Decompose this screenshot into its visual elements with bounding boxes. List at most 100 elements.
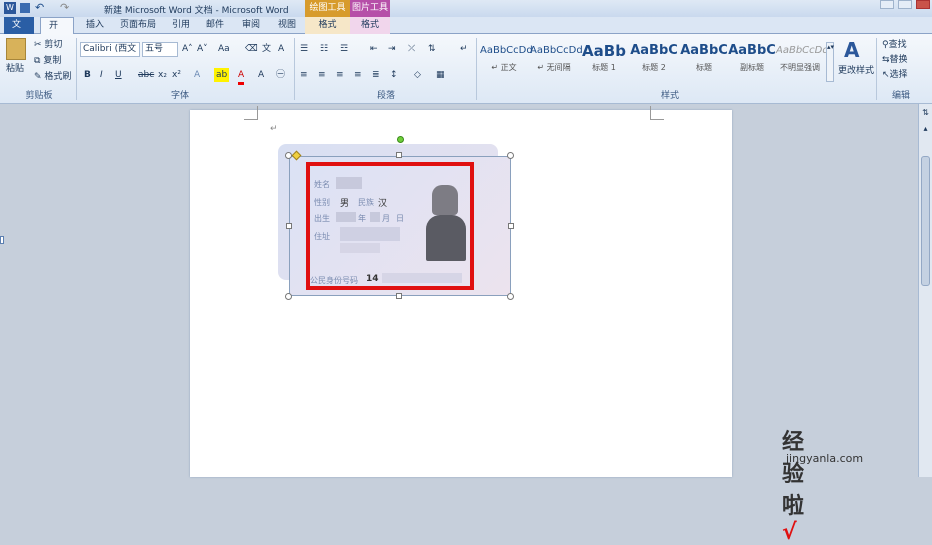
resize-handle-r[interactable] <box>508 223 514 229</box>
redo-icon[interactable]: ↷ <box>60 1 69 14</box>
resize-handle-bl[interactable] <box>285 293 292 300</box>
center-button[interactable]: ≡ <box>318 68 326 82</box>
char-shading-button[interactable]: A <box>258 68 264 82</box>
font-name-select[interactable]: Calibri (西文 <box>80 42 140 57</box>
resize-handle-tl[interactable] <box>285 152 292 159</box>
paragraph-mark: ↵ <box>270 124 278 134</box>
tab-file[interactable]: 文件 <box>4 17 34 47</box>
shading-button[interactable]: ◇ <box>414 68 421 82</box>
phonetic-button[interactable]: 文 <box>262 42 271 56</box>
align-left-button[interactable]: ≡ <box>300 68 308 82</box>
ribbon: 粘贴 ✂ 剪切 ⧉ 复制 ✎ 格式刷 剪贴板 Calibri (西文 五号 A˄… <box>0 34 932 104</box>
clear-format-button[interactable]: ⌫ <box>245 42 258 56</box>
style-normal[interactable]: AaBbCcDd ↵ 正文 <box>480 40 533 80</box>
char-border-button[interactable]: A <box>278 42 284 56</box>
nation-value: 汉 <box>378 199 388 209</box>
corner-mark <box>244 106 258 120</box>
copy-button[interactable]: ⧉ 复制 <box>34 54 61 68</box>
id-card-image[interactable]: 姓名 性别 男 民族 汉 出生 年 月 日 住址 公民身份号码 14 <box>289 156 511 296</box>
cut-button[interactable]: ✂ 剪切 <box>34 38 62 52</box>
tab-page-layout[interactable]: 页面布局 <box>112 17 164 34</box>
tab-view[interactable]: 视图 <box>270 17 304 34</box>
tab-home[interactable]: 开始 <box>40 17 74 48</box>
font-size-select[interactable]: 五号 <box>142 42 178 57</box>
chinese-layout-button[interactable]: ⤫ <box>408 42 415 56</box>
superscript-button[interactable]: x² <box>172 68 181 82</box>
resize-handle-l[interactable] <box>286 223 292 229</box>
align-right-button[interactable]: ≡ <box>336 68 344 82</box>
tab-insert[interactable]: 插入 <box>78 17 112 34</box>
scroll-up-icon[interactable]: ▴ <box>920 124 931 134</box>
underline-button[interactable]: U <box>115 68 122 82</box>
enclose-char-button[interactable]: ㊀ <box>276 68 285 82</box>
resize-handle-b[interactable] <box>396 293 402 299</box>
increase-indent-button[interactable]: ⇥ <box>388 42 396 56</box>
replace-button[interactable]: ⇆替换 <box>882 53 908 67</box>
format-painter-label: 格式刷 <box>44 72 72 82</box>
word-icon[interactable]: W <box>4 2 16 14</box>
tab-review[interactable]: 审阅 <box>234 17 268 34</box>
borders-button[interactable]: ▦ <box>436 68 445 82</box>
resize-handle-br[interactable] <box>507 293 514 300</box>
tab-drawing-format[interactable]: 格式 <box>305 17 350 34</box>
change-styles-icon[interactable]: A <box>844 38 859 62</box>
numbering-button[interactable]: ☷ <box>320 42 328 56</box>
tab-picture-format[interactable]: 格式 <box>350 17 390 34</box>
paste-icon[interactable] <box>6 38 26 60</box>
style-heading-2[interactable]: AaBbC 标题 2 <box>630 40 678 80</box>
style-subtitle[interactable]: AaBbC 副标题 <box>728 40 776 80</box>
highlight-button[interactable]: ab <box>214 68 230 82</box>
justify-button[interactable]: ≡ <box>354 68 362 82</box>
show-marks-button[interactable]: ↵ <box>460 42 468 56</box>
undo-icon[interactable]: ↶ <box>35 1 44 14</box>
bold-button[interactable]: B <box>84 68 91 82</box>
ruler-toggle-icon[interactable]: ⇅ <box>920 108 931 118</box>
minimize-button[interactable] <box>880 0 894 9</box>
distributed-button[interactable]: ≣ <box>372 68 380 82</box>
ruler-marker[interactable] <box>0 236 4 244</box>
rotate-handle[interactable] <box>397 136 404 143</box>
styles-scroll[interactable]: ▴▾ <box>826 42 834 82</box>
style-heading-1[interactable]: AaBb 标题 1 <box>580 40 628 80</box>
style-sample: AaBbCcDd <box>480 45 533 56</box>
shrink-font-button[interactable]: A˅ <box>197 42 208 56</box>
paste-button[interactable]: 粘贴 <box>6 62 24 76</box>
sort-button[interactable]: ⇅ <box>428 42 436 56</box>
subscript-button[interactable]: x₂ <box>158 68 167 82</box>
line-spacing-button[interactable]: ↕ <box>390 68 398 82</box>
maximize-button[interactable] <box>898 0 912 9</box>
vertical-scrollbar[interactable]: ⇅ ▴ <box>918 104 932 477</box>
day-label: 日 <box>396 214 404 223</box>
editing-group-label: 编辑 <box>891 91 910 101</box>
resize-handle-t[interactable] <box>396 152 402 158</box>
style-subtle-emphasis[interactable]: AaBbCcDd 不明显强调 <box>776 40 829 80</box>
change-styles-button[interactable]: 更改样式 <box>838 64 874 78</box>
format-painter-button[interactable]: ✎ 格式刷 <box>34 70 71 84</box>
style-name: 不明显强调 <box>780 63 820 72</box>
tab-mailings[interactable]: 邮件 <box>198 17 232 34</box>
close-button[interactable] <box>916 0 930 9</box>
style-title[interactable]: AaBbC 标题 <box>680 40 728 80</box>
document-page[interactable]: ↵ 姓名 性别 男 民族 汉 出生 年 月 日 住址 公民身份号码 14 经验啦… <box>190 106 863 545</box>
tab-references[interactable]: 引用 <box>164 17 198 34</box>
font-color-button[interactable]: A <box>238 68 245 85</box>
decrease-indent-button[interactable]: ⇤ <box>370 42 378 56</box>
find-button[interactable]: ⚲查找 <box>882 38 907 52</box>
save-icon[interactable] <box>20 3 30 13</box>
italic-button[interactable]: I <box>100 68 103 82</box>
style-sample: AaBbC <box>630 43 678 58</box>
address-blur <box>340 227 400 241</box>
styles-group-label: 样式 <box>660 91 679 101</box>
select-button[interactable]: ↖选择 <box>882 68 908 82</box>
text-effects-button[interactable]: A <box>194 68 200 82</box>
style-no-spacing[interactable]: AaBbCcDd ↵ 无间隔 <box>530 40 583 80</box>
scroll-thumb[interactable] <box>921 156 930 286</box>
resize-handle-tr[interactable] <box>507 152 514 159</box>
multilevel-list-button[interactable]: ☲ <box>340 42 348 56</box>
id-number-blur <box>382 273 462 283</box>
bullets-button[interactable]: ☰ <box>300 42 308 56</box>
year-blur <box>336 212 356 222</box>
grow-font-button[interactable]: A˄ <box>182 42 193 56</box>
change-case-button[interactable]: Aa <box>218 42 230 56</box>
strikethrough-button[interactable]: abc <box>138 68 154 82</box>
